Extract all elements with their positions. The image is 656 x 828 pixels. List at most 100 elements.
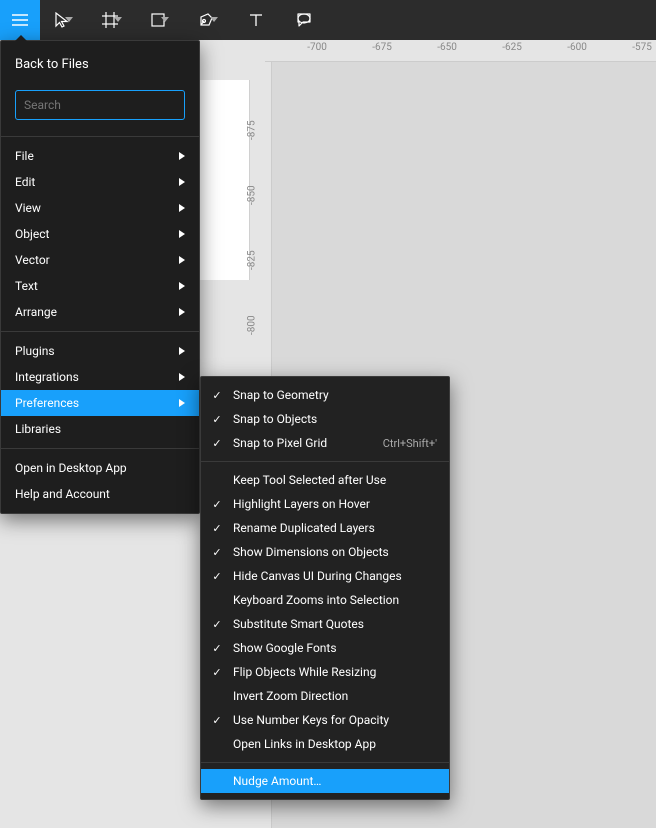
check-icon: ✓ xyxy=(209,389,225,402)
pref-item-invert-zoom-direction[interactable]: Invert Zoom Direction xyxy=(201,684,449,708)
ruler-horizontal: -700 -675 -650 -625 -600 -575 xyxy=(265,40,656,62)
back-to-files-label: Back to Files xyxy=(15,57,89,72)
pref-item-keyboard-zooms-into-selection[interactable]: Keyboard Zooms into Selection xyxy=(201,588,449,612)
menu-item-label: Arrange xyxy=(15,305,57,319)
menu-item-label: Vector xyxy=(15,253,50,267)
pref-item-label: Open Links in Desktop App xyxy=(233,737,437,751)
back-to-files[interactable]: Back to Files xyxy=(1,47,199,86)
pref-item-snap-to-pixel-grid[interactable]: ✓ Snap to Pixel Grid Ctrl+Shift+' xyxy=(201,431,449,455)
ruler-tick: -675 xyxy=(372,42,392,53)
pref-item-label: Flip Objects While Resizing xyxy=(233,665,437,679)
menu-item-preferences[interactable]: Preferences xyxy=(1,390,199,416)
menu-item-vector[interactable]: Vector xyxy=(1,247,199,273)
menu-item-label: Preferences xyxy=(15,396,79,410)
menu-search-wrap xyxy=(1,86,199,130)
check-icon: ✓ xyxy=(209,666,225,679)
submenu-separator xyxy=(201,762,449,763)
menu-item-label: Edit xyxy=(15,175,35,189)
menu-item-label: Integrations xyxy=(15,370,79,384)
pref-item-open-links-in-desktop-app[interactable]: Open Links in Desktop App xyxy=(201,732,449,756)
menu-item-label: Help and Account xyxy=(15,487,110,501)
check-icon: ✓ xyxy=(209,498,225,511)
ruler-tick: -575 xyxy=(632,42,652,53)
check-icon: ✓ xyxy=(209,437,225,450)
pen-tool[interactable] xyxy=(184,0,232,40)
pref-item-hide-canvas-ui-during-changes[interactable]: ✓ Hide Canvas UI During Changes xyxy=(201,564,449,588)
pref-item-label: Snap to Objects xyxy=(233,412,437,426)
main-menu-panel: Back to Files File Edit View Object Vector Tex… xyxy=(0,40,200,514)
pref-item-rename-duplicated-layers[interactable]: ✓ Rename Duplicated Layers xyxy=(201,516,449,540)
menu-search-input[interactable] xyxy=(24,98,180,112)
menu-item-label: File xyxy=(15,149,34,163)
menu-separator xyxy=(1,136,199,137)
menu-item-edit[interactable]: Edit xyxy=(1,169,199,195)
pref-item-label: Substitute Smart Quotes xyxy=(233,617,437,631)
pref-item-snap-to-objects[interactable]: ✓ Snap to Objects xyxy=(201,407,449,431)
pref-item-use-number-keys-for-opacity[interactable]: ✓ Use Number Keys for Opacity xyxy=(201,708,449,732)
top-toolbar xyxy=(0,0,656,40)
menu-item-text[interactable]: Text xyxy=(1,273,199,299)
ruler-tick: -700 xyxy=(307,42,327,53)
check-icon: ✓ xyxy=(209,413,225,426)
pref-item-label: Nudge Amount… xyxy=(233,774,437,788)
pref-item-label: Keyboard Zooms into Selection xyxy=(233,593,437,607)
ruler-tick: -600 xyxy=(567,42,587,53)
pref-item-highlight-layers-on-hover[interactable]: ✓ Highlight Layers on Hover xyxy=(201,492,449,516)
menu-item-label: Object xyxy=(15,227,49,241)
pref-item-label: Hide Canvas UI During Changes xyxy=(233,569,437,583)
comment-tool[interactable] xyxy=(280,0,328,40)
menu-item-arrange[interactable]: Arrange xyxy=(1,299,199,325)
pref-item-keep-tool-selected-after-use[interactable]: Keep Tool Selected after Use xyxy=(201,468,449,492)
submenu-separator xyxy=(201,461,449,462)
frame-tool[interactable] xyxy=(88,0,136,40)
menu-item-label: View xyxy=(15,201,41,215)
menu-item-integrations[interactable]: Integrations xyxy=(1,364,199,390)
check-icon: ✓ xyxy=(209,642,225,655)
pref-item-label: Snap to Geometry xyxy=(233,388,437,402)
text-tool[interactable] xyxy=(232,0,280,40)
pref-item-label: Show Dimensions on Objects xyxy=(233,545,437,559)
menu-item-object[interactable]: Object xyxy=(1,221,199,247)
ruler-tick: -825 xyxy=(247,250,258,270)
menu-item-label: Open in Desktop App xyxy=(15,461,127,475)
menu-separator xyxy=(1,331,199,332)
ruler-tick: -650 xyxy=(437,42,457,53)
pref-item-label: Highlight Layers on Hover xyxy=(233,497,437,511)
check-icon: ✓ xyxy=(209,546,225,559)
menu-item-view[interactable]: View xyxy=(1,195,199,221)
check-icon: ✓ xyxy=(209,522,225,535)
ruler-tick: -800 xyxy=(247,315,258,335)
pref-item-flip-objects-while-resizing[interactable]: ✓ Flip Objects While Resizing xyxy=(201,660,449,684)
check-icon: ✓ xyxy=(209,570,225,583)
pref-item-substitute-smart-quotes[interactable]: ✓ Substitute Smart Quotes xyxy=(201,612,449,636)
ruler-tick: -625 xyxy=(502,42,522,53)
shortcut-label: Ctrl+Shift+' xyxy=(383,437,437,450)
pref-item-label: Rename Duplicated Layers xyxy=(233,521,437,535)
pref-item-label: Invert Zoom Direction xyxy=(233,689,437,703)
shape-tool[interactable] xyxy=(136,0,184,40)
menu-separator xyxy=(1,448,199,449)
ruler-tick: -875 xyxy=(247,120,258,140)
pref-item-nudge-amount-[interactable]: Nudge Amount… xyxy=(201,769,449,793)
pref-item-label: Show Google Fonts xyxy=(233,641,437,655)
check-icon: ✓ xyxy=(209,714,225,727)
pref-item-show-google-fonts[interactable]: ✓ Show Google Fonts xyxy=(201,636,449,660)
pref-item-label: Snap to Pixel Grid xyxy=(233,436,375,450)
pref-item-label: Keep Tool Selected after Use xyxy=(233,473,437,487)
menu-item-open in desktop app[interactable]: Open in Desktop App xyxy=(1,455,199,481)
move-tool[interactable] xyxy=(40,0,88,40)
menu-item-libraries[interactable]: Libraries xyxy=(1,416,199,442)
pref-item-label: Use Number Keys for Opacity xyxy=(233,713,437,727)
menu-item-label: Plugins xyxy=(15,344,55,358)
preferences-submenu: ✓ Snap to Geometry ✓ Snap to Objects ✓ Snap t… xyxy=(200,376,450,800)
check-icon: ✓ xyxy=(209,618,225,631)
pref-item-show-dimensions-on-objects[interactable]: ✓ Show Dimensions on Objects xyxy=(201,540,449,564)
menu-item-plugins[interactable]: Plugins xyxy=(1,338,199,364)
menu-item-label: Libraries xyxy=(15,422,61,436)
menu-item-help and account[interactable]: Help and Account xyxy=(1,481,199,507)
main-menu-button[interactable] xyxy=(0,0,40,40)
pref-item-snap-to-geometry[interactable]: ✓ Snap to Geometry xyxy=(201,383,449,407)
menu-search[interactable] xyxy=(15,90,185,120)
ruler-tick: -850 xyxy=(247,185,258,205)
menu-item-file[interactable]: File xyxy=(1,143,199,169)
